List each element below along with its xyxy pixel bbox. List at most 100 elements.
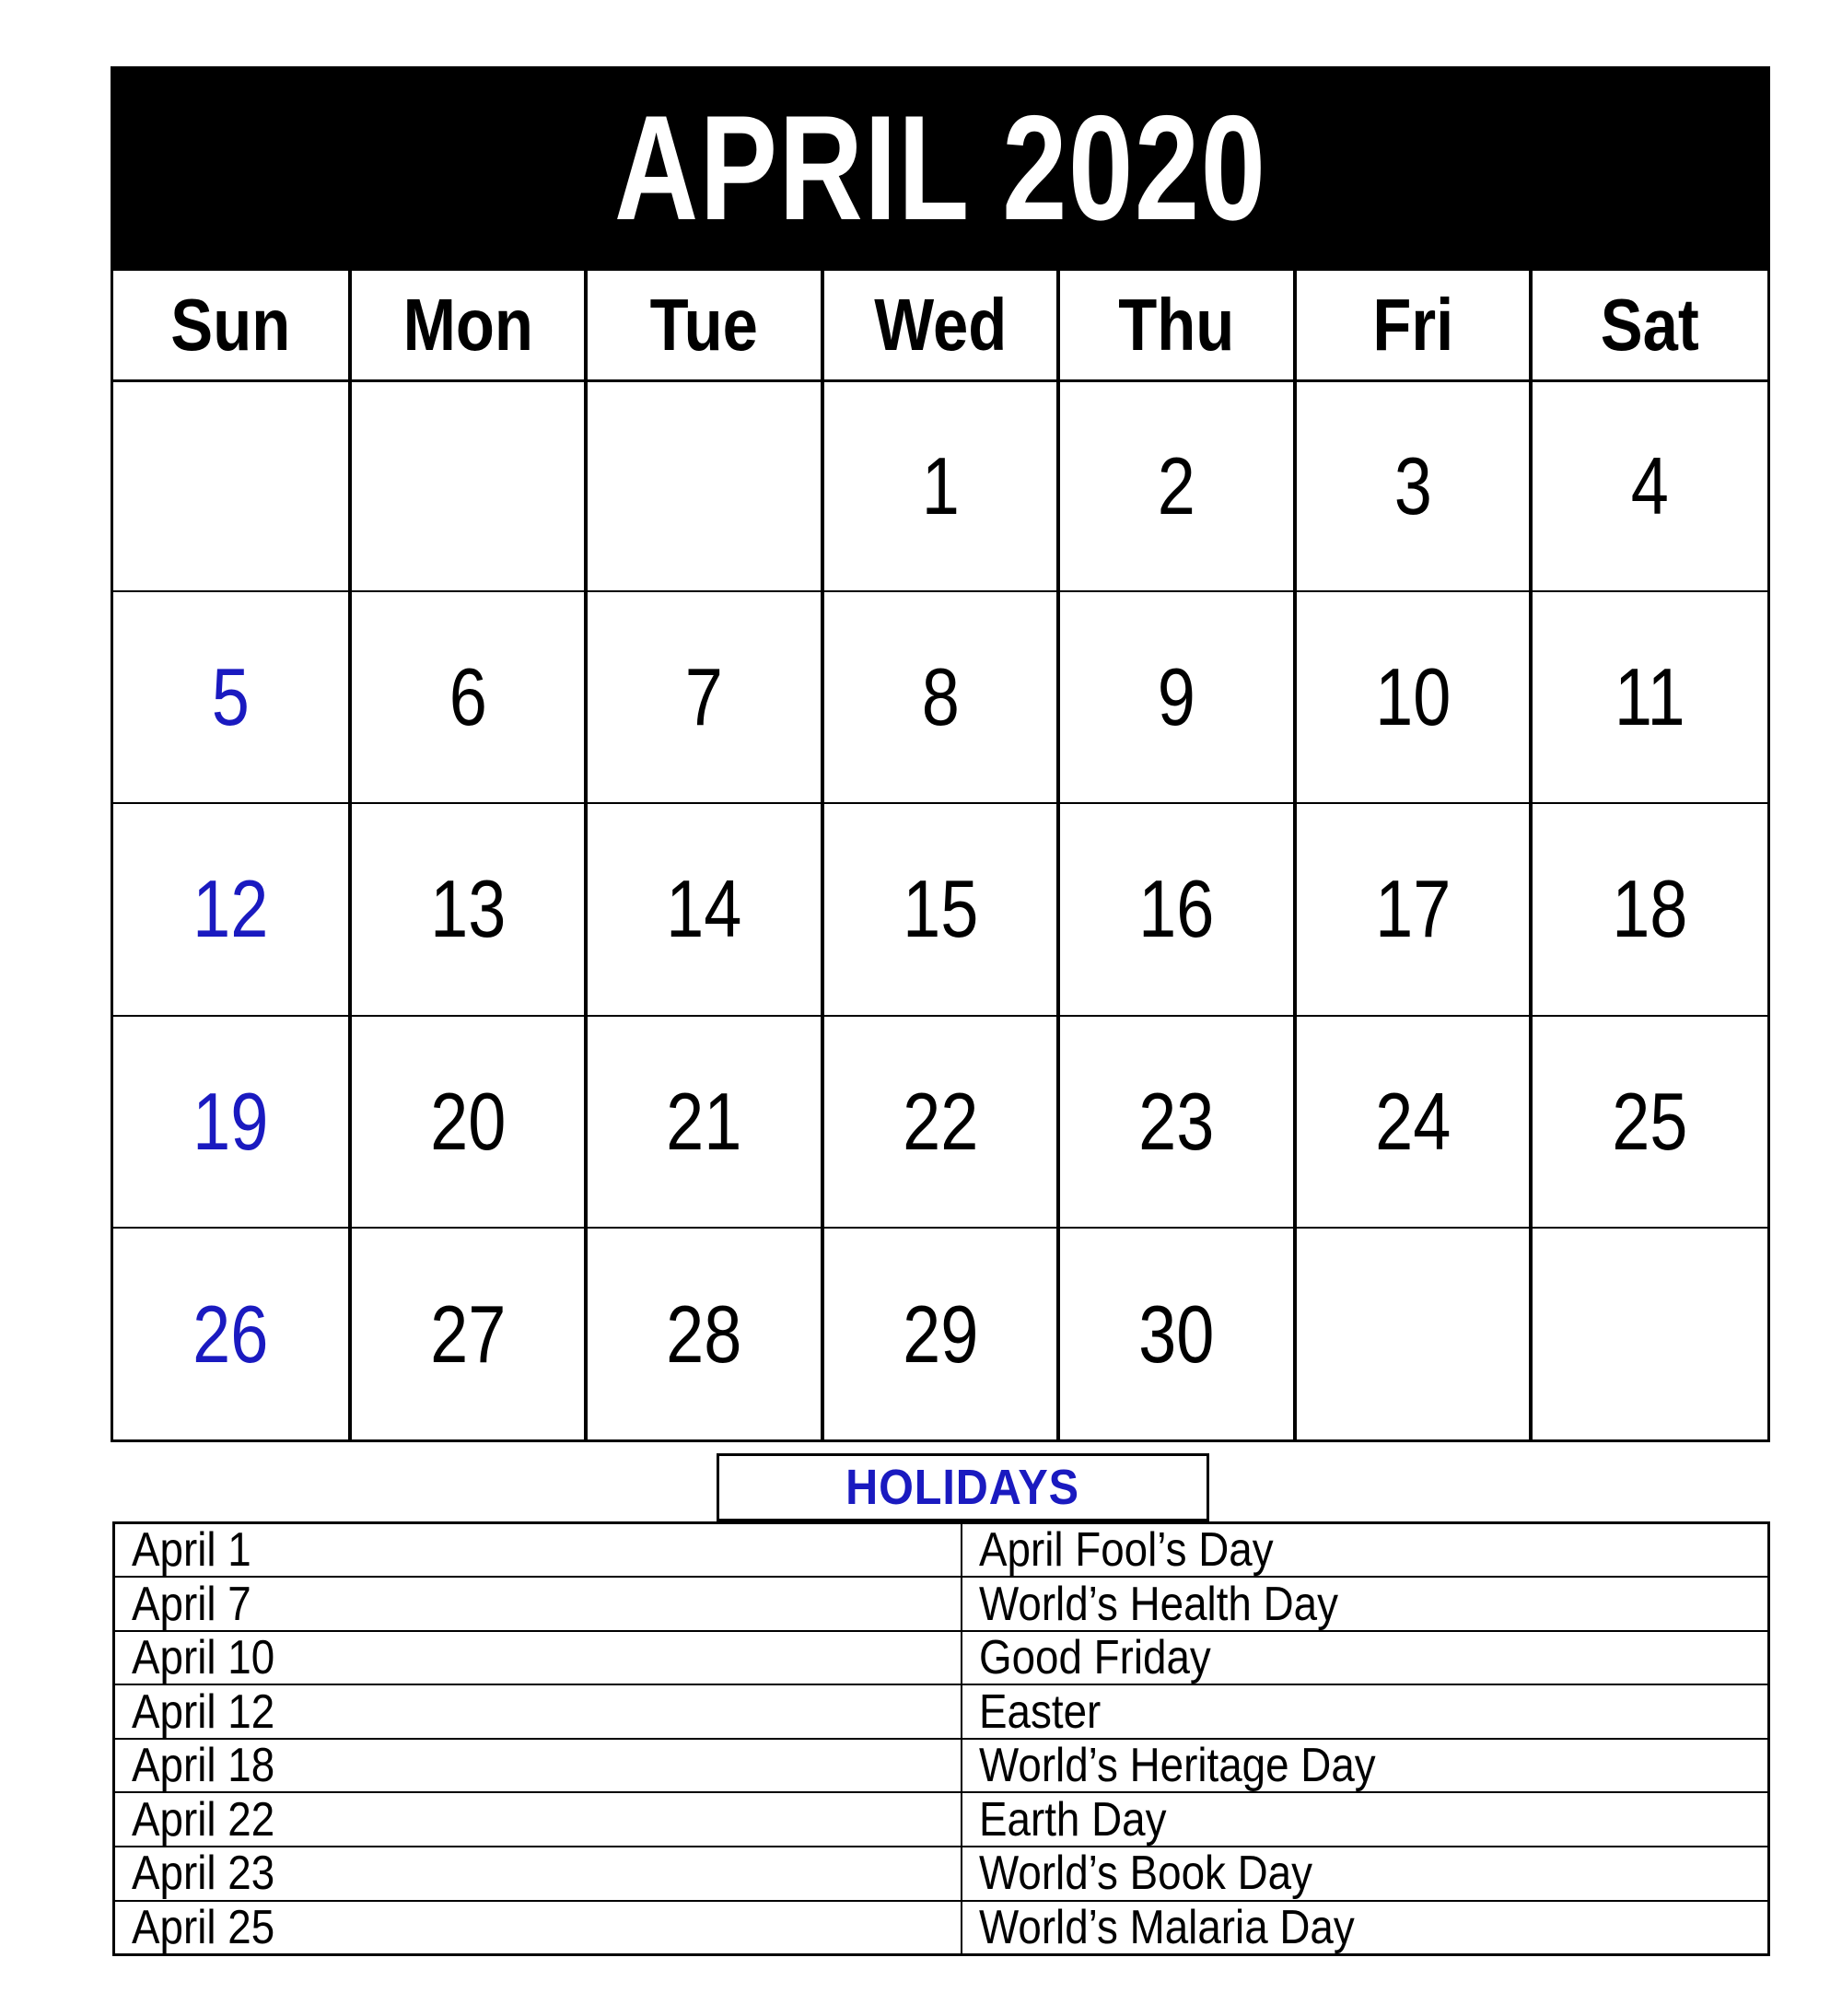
calendar-day-cell-thu[interactable]: 23 [1058,1014,1295,1228]
day-number: 11 [1615,650,1686,742]
day-number: 18 [1612,863,1688,955]
holidays-body: April 1 April Fool’s Day April 7 World’s He… [115,1524,1767,1953]
calendar-day-cell-thu[interactable]: 9 [1058,589,1295,803]
holiday-row: April 7 World’s Health Day [115,1576,1767,1632]
weekday-header-mon: Mon [349,271,587,382]
holiday-name: Good Friday [979,1631,1211,1685]
holiday-date: April 10 [132,1631,275,1685]
calendar-day-cell-sat[interactable]: 18 [1531,802,1767,1015]
holidays-banner-label: HOLIDAYS [845,1460,1080,1515]
weekday-header-fri: Fri [1294,271,1532,382]
calendar-grid: Sun Mon Tue Wed Thu Fri Sat 1 2 3 4 5 6 7 8 9 10 1… [111,271,1770,1442]
calendar-day-cell-tue[interactable]: 28 [586,1227,822,1439]
calendar-day-cell-sat[interactable]: 11 [1531,589,1767,803]
day-number: 25 [1612,1076,1688,1168]
calendar-day-cell-fri[interactable]: 3 [1294,382,1532,590]
calendar-day-cell-wed[interactable]: 22 [822,1014,1059,1228]
calendar-day-cell-sat[interactable]: 4 [1531,382,1767,590]
calendar-day-cell-mon[interactable]: 27 [349,1227,587,1439]
calendar-day-cell-sun[interactable] [113,382,350,590]
calendar-day-cell-sun[interactable]: 5 [113,589,350,803]
day-number: 24 [1374,1076,1451,1168]
calendar-day-cell-wed[interactable]: 8 [822,589,1059,803]
calendar-day-cell-tue[interactable]: 7 [586,589,822,803]
holiday-row: April 12 Easter [115,1684,1767,1740]
holidays-banner: HOLIDAYS [717,1453,1209,1521]
holiday-date: April 18 [132,1739,275,1793]
day-number: 29 [902,1288,979,1380]
weekday-header-row: Sun Mon Tue Wed Thu Fri Sat [113,271,1767,382]
calendar-day-cell-wed[interactable]: 29 [822,1227,1059,1439]
weekday-label: Fri [1372,284,1454,366]
day-number: 21 [666,1076,742,1168]
calendar-day-cell-sun[interactable]: 19 [113,1014,350,1228]
calendar-day-cell-mon[interactable]: 6 [349,589,587,803]
calendar-day-cell-wed[interactable]: 1 [822,382,1059,590]
holiday-date-cell: April 23 [115,1846,962,1902]
holiday-row: April 18 World’s Heritage Day [115,1737,1767,1794]
weekday-label: Sat [1601,284,1700,366]
calendar-day-cell-sat[interactable]: 25 [1531,1014,1767,1228]
day-number: 28 [666,1288,742,1380]
calendar-day-cell-fri[interactable]: 10 [1294,589,1532,803]
calendar-day-cell-mon[interactable]: 20 [349,1014,587,1228]
holiday-row: April 22 Earth Day [115,1791,1767,1847]
holiday-row: April 25 World’s Malaria Day [115,1899,1767,1953]
day-number: 27 [429,1288,506,1380]
day-number: 17 [1374,863,1451,955]
holiday-row: April 1 April Fool’s Day [115,1524,1767,1579]
weekday-header-sun: Sun [113,271,350,382]
calendar-day-cell-wed[interactable]: 15 [822,802,1059,1015]
calendar-week-row: 19 20 21 22 23 24 25 [113,1014,1767,1228]
calendar-day-cell-fri[interactable]: 17 [1294,802,1532,1015]
holiday-name-cell: Good Friday [961,1629,1767,1686]
calendar-day-cell-tue[interactable]: 21 [586,1014,822,1228]
day-number: 20 [429,1076,506,1168]
calendar-week-row: 12 13 14 15 16 17 18 [113,802,1767,1015]
day-number: 1 [921,439,960,531]
day-number: 23 [1138,1076,1215,1168]
day-number: 5 [211,650,250,742]
holiday-date: April 23 [132,1847,275,1901]
calendar-day-cell-tue[interactable]: 14 [586,802,822,1015]
day-number: 8 [921,650,960,742]
day-number: 9 [1157,650,1196,742]
calendar-day-cell-tue[interactable] [586,382,822,590]
holiday-date-cell: April 22 [115,1791,962,1847]
holiday-date: April 7 [132,1577,251,1631]
day-number: 12 [192,863,269,955]
holiday-date: April 12 [132,1684,275,1739]
holiday-date-cell: April 12 [115,1684,962,1740]
calendar-day-cell-mon[interactable]: 13 [349,802,587,1015]
holiday-row: April 23 World’s Book Day [115,1846,1767,1902]
calendar-day-cell-sat[interactable] [1531,1227,1767,1439]
calendar-day-cell-mon[interactable] [349,382,587,590]
holiday-date-cell: April 7 [115,1576,962,1632]
holiday-name-cell: World’s Book Day [961,1846,1767,1902]
day-number: 2 [1157,439,1196,531]
holiday-date: April 25 [132,1900,275,1953]
calendar-week-row: 1 2 3 4 [113,382,1767,590]
calendar-day-cell-fri[interactable] [1294,1227,1532,1439]
calendar-day-cell-thu[interactable]: 16 [1058,802,1295,1015]
holiday-name: April Fool’s Day [979,1524,1274,1578]
page-title: APRIL 2020 [613,85,1267,251]
day-number: 22 [902,1076,979,1168]
calendar-day-cell-thu[interactable]: 2 [1058,382,1295,590]
day-number: 6 [449,650,487,742]
calendar-day-cell-fri[interactable]: 24 [1294,1014,1532,1228]
calendar-day-cell-sun[interactable]: 12 [113,802,350,1015]
day-number: 15 [902,863,979,955]
calendar-day-cell-thu[interactable]: 30 [1058,1227,1295,1439]
day-number: 3 [1393,439,1432,531]
holiday-name: World’s Malaria Day [979,1900,1355,1953]
calendar-week-row: 26 27 28 29 30 [113,1227,1767,1439]
weekday-label: Tue [649,284,759,366]
weekday-header-wed: Wed [822,271,1059,382]
day-number: 14 [666,863,742,955]
holiday-date: April 1 [132,1524,251,1578]
holiday-name-cell: World’s Health Day [961,1576,1767,1632]
holiday-name-cell: Easter [961,1684,1767,1740]
holiday-name: World’s Book Day [979,1847,1312,1901]
calendar-day-cell-sun[interactable]: 26 [113,1227,350,1439]
